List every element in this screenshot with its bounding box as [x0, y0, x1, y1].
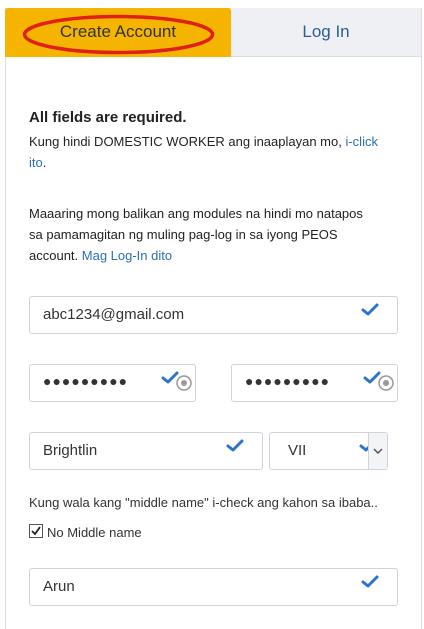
password-field[interactable]: ●●●●●●●●● — [29, 364, 196, 402]
no-middle-name-label: No Middle name — [47, 525, 142, 540]
confirm-password-field[interactable]: ●●●●●●●●● — [231, 364, 398, 402]
login-here-link[interactable]: Mag Log-In dito — [82, 248, 172, 263]
tab-log-in-label: Log In — [302, 22, 350, 41]
resume-text-line2: sa pamamagitan ng muling pag-log in sa i… — [29, 227, 338, 242]
last-name-field[interactable]: Arun — [29, 568, 398, 606]
first-name-value: Brightlin — [43, 442, 98, 459]
tab-create-account[interactable]: Create Account — [5, 8, 231, 57]
no-middle-name-checkbox[interactable] — [29, 524, 43, 538]
domestic-worker-text: Kung hindi DOMESTIC WORKER ang inaaplaya… — [29, 134, 346, 149]
valid-check-icon — [361, 303, 379, 316]
show-password-icon[interactable] — [175, 374, 193, 392]
tab-create-account-label: Create Account — [59, 22, 177, 41]
chevron-down-icon — [373, 448, 383, 454]
required-fields-heading: All fields are required. — [29, 109, 187, 126]
email-value: abc1234@gmail.com — [43, 306, 185, 323]
suffix-value: VII — [288, 442, 307, 459]
first-name-field[interactable]: Brightlin — [29, 432, 263, 470]
resume-text-line3: account. — [29, 248, 82, 263]
period: . — [42, 155, 47, 170]
domestic-worker-note: Kung hindi DOMESTIC WORKER ang inaaplaya… — [29, 131, 399, 173]
click-here-link[interactable]: i-click — [345, 134, 378, 149]
last-name-value: Arun — [43, 578, 75, 595]
confirm-password-value: ●●●●●●●●● — [245, 373, 331, 389]
resume-text-line1: Maaaring mong balikan ang modules na hin… — [29, 206, 363, 221]
middle-name-note: Kung wala kang "middle name" i-check ang… — [29, 495, 378, 510]
valid-check-icon — [361, 575, 379, 588]
suffix-select[interactable]: VII — [269, 432, 388, 470]
email-field[interactable]: abc1234@gmail.com — [29, 296, 398, 334]
resume-modules-note: Maaaring mong balikan ang modules na hin… — [29, 203, 399, 266]
checkmark-icon — [31, 526, 41, 536]
suffix-dropdown-toggle[interactable] — [368, 433, 387, 469]
valid-check-icon — [226, 439, 244, 452]
tab-log-in[interactable]: Log In — [231, 8, 421, 57]
click-here-link-continued[interactable]: ito — [29, 155, 43, 170]
tab-bar: Create Account Log In — [5, 8, 421, 57]
show-password-icon[interactable] — [377, 374, 395, 392]
password-value: ●●●●●●●●● — [43, 373, 129, 389]
